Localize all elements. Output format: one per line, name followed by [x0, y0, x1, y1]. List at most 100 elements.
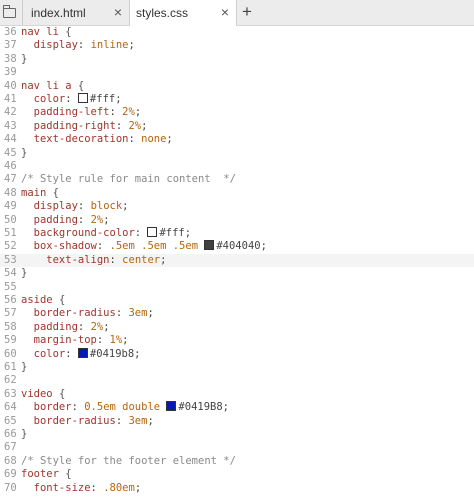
code-token: background-color [21, 227, 135, 239]
code-line[interactable]: 52 box-shadow: .5em .5em .5em #404040; [0, 240, 474, 253]
code-line[interactable]: 43 padding-right: 2%; [0, 120, 474, 133]
code-token: : [71, 401, 85, 414]
tab-styles-css[interactable]: styles.css × [130, 0, 237, 26]
line-number: 50 [4, 213, 17, 226]
code-line[interactable]: 64 border: 0.5em double #0419B8; [0, 401, 474, 414]
code-token: border-radius [21, 307, 116, 320]
close-icon[interactable]: × [221, 4, 229, 20]
line-code: color: #fff; [21, 93, 122, 106]
code-line[interactable]: 55 [0, 281, 474, 294]
code-line[interactable]: 42 padding-left: 2%; [0, 106, 474, 119]
color-swatch-icon[interactable] [147, 227, 158, 237]
code-line[interactable]: 70 font-size: .80em; [0, 482, 474, 495]
line-number: 62 [4, 374, 17, 387]
line-number: 46 [4, 160, 17, 172]
code-line[interactable]: 46 [0, 160, 474, 173]
code-token: : [96, 240, 110, 253]
code-line[interactable]: 61} [0, 361, 474, 374]
code-line[interactable]: 45} [0, 147, 474, 160]
code-line[interactable]: 51 background-color: #fff; [0, 227, 474, 240]
line-number: 69 [4, 468, 17, 481]
code-line[interactable]: 36 nav li { [0, 26, 474, 39]
code-line[interactable]: 44 text-decoration: none; [0, 133, 474, 146]
tab-label: styles.css [136, 6, 189, 20]
code-line[interactable]: 38} [0, 53, 474, 66]
code-token: padding [21, 320, 78, 333]
code-token: 2% [90, 213, 104, 226]
code-token: } [21, 361, 28, 373]
code-line[interactable]: 69 footer { [0, 468, 474, 481]
code-token: box-shadow [21, 240, 97, 253]
code-line[interactable]: 40 nav li a { [0, 80, 474, 93]
code-token: inline [90, 39, 129, 52]
code-token: : [77, 320, 91, 333]
line-number: 68 [4, 454, 17, 467]
code-line[interactable]: 57 border-radius: 3em; [0, 307, 474, 320]
color-swatch-icon[interactable] [77, 347, 88, 358]
color-swatch-icon[interactable] [166, 401, 177, 412]
line-number: 58 [4, 320, 17, 333]
code-line[interactable]: 54} [0, 267, 474, 280]
add-tab-button[interactable]: + [242, 2, 252, 22]
code-line[interactable]: 53 text-align: center; [0, 253, 474, 268]
code-token: ; [147, 414, 154, 427]
code-line[interactable]: 41 color: #fff; [0, 93, 474, 106]
code-line[interactable]: 68 /* Style for the footer element */ [0, 455, 474, 468]
color-swatch-icon[interactable] [77, 93, 88, 103]
code-line[interactable]: 48 main { [0, 187, 474, 200]
code-token: #404040; [216, 240, 267, 253]
close-icon[interactable]: × [114, 4, 122, 20]
tab-bar: index.html × styles.css × + [0, 0, 474, 26]
code-line[interactable]: 62 [0, 374, 474, 387]
code-token: { [65, 468, 72, 481]
line-code: font-size: .80em; [21, 481, 142, 495]
code-line[interactable]: 50 padding: 2%; [0, 214, 474, 227]
code-token: : [128, 133, 142, 146]
code-token: ; [122, 334, 129, 347]
code-line[interactable]: 60 color: #0419b8; [0, 347, 474, 361]
code-token: : [115, 119, 129, 132]
code-token: : [65, 93, 78, 105]
line-number: 60 [4, 347, 17, 360]
code-editor[interactable]: 36 nav li {37 display: inline; 38} 39 40 nav … [0, 26, 474, 498]
code-token: video [21, 387, 59, 400]
code-line[interactable]: 59 margin-top: 1%; [0, 334, 474, 347]
code-token: border-radius [21, 414, 116, 427]
code-line[interactable]: 56 aside { [0, 294, 474, 307]
tab-index-html[interactable]: index.html × [22, 0, 130, 25]
code-token: { [58, 387, 66, 400]
code-line[interactable]: 49 display: block; [0, 200, 474, 213]
code-token: } [21, 428, 28, 440]
code-line[interactable]: 47 /* Style rule for main content */ [0, 173, 474, 186]
folder-icon[interactable] [0, 0, 19, 25]
code-line[interactable]: 37 display: inline; [0, 39, 474, 52]
code-line[interactable]: 65 border-radius: 3em; [0, 415, 474, 428]
code-token: : [134, 227, 148, 239]
line-code: nav li a { [21, 80, 84, 93]
code-token: { [77, 79, 85, 92]
code-token: } [21, 146, 28, 159]
code-token: text-decoration [21, 133, 129, 146]
code-token: } [21, 267, 28, 280]
code-token: ; [134, 481, 142, 494]
code-token: display [21, 200, 78, 213]
code-line[interactable]: 39 [0, 66, 474, 79]
line-number: 39 [4, 66, 17, 79]
line-code: } [21, 267, 27, 280]
code-line[interactable]: 67 [0, 441, 474, 454]
code-line[interactable]: 66} [0, 428, 474, 441]
code-token: : [77, 39, 91, 52]
line-number: 61 [4, 361, 17, 373]
code-token: ; [128, 39, 135, 52]
color-swatch-icon[interactable] [204, 240, 215, 251]
code-line[interactable]: 63 video { [0, 388, 474, 401]
code-line[interactable]: 58 padding: 2%; [0, 321, 474, 334]
line-number: 52 [4, 240, 17, 253]
code-token: 3em [128, 414, 148, 427]
line-number: 44 [4, 133, 17, 146]
line-code: nav li { [21, 26, 72, 39]
line-code: background-color: #fff; [21, 227, 191, 240]
line-number: 49 [4, 200, 17, 213]
line-number: 59 [4, 334, 17, 347]
code-token: } [21, 52, 28, 65]
